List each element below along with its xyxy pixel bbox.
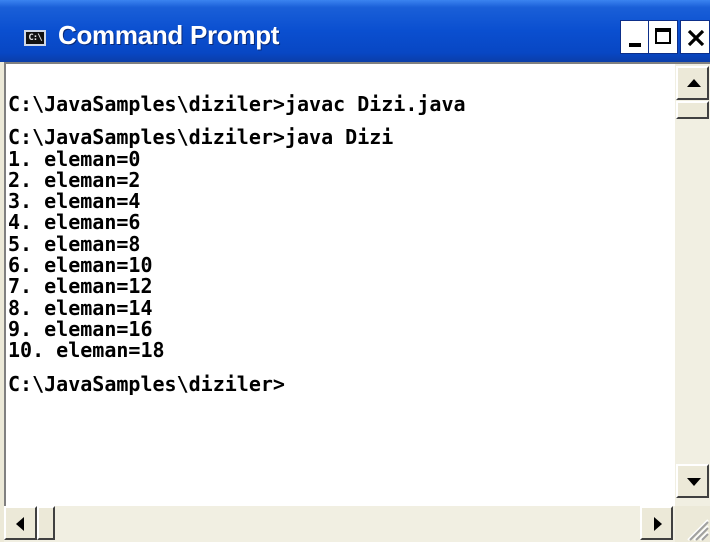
console-line: C:\JavaSamples\diziler>javac Dizi.java (8, 92, 466, 116)
cmd-icon[interactable]: C:\ (24, 30, 46, 46)
arrow-up-icon (687, 79, 701, 87)
console-frame: C:\JavaSamples\diziler>javac Dizi.java C:… (4, 62, 710, 516)
maximize-button[interactable] (648, 20, 678, 54)
scroll-down-button[interactable] (676, 464, 709, 498)
console-line: 7. eleman=12 (8, 274, 153, 299)
console-output[interactable]: C:\JavaSamples\diziler>javac Dizi.java C:… (8, 66, 678, 506)
horizontal-scroll-thumb[interactable] (37, 506, 55, 540)
horizontal-scrollbar[interactable] (4, 506, 675, 542)
console-line: 6. eleman=10 (8, 253, 153, 278)
minimize-button[interactable] (620, 20, 650, 54)
console-line: 9. eleman=16 (8, 316, 153, 341)
console-line: 1. eleman=0 (8, 146, 141, 171)
arrow-down-icon (687, 478, 701, 486)
scroll-right-button[interactable] (640, 506, 673, 540)
console-line: 2. eleman=2 (8, 167, 141, 192)
console-line: C:\JavaSamples\diziler> (8, 371, 285, 396)
scroll-left-button[interactable] (4, 506, 37, 540)
resize-grip-icon (687, 519, 709, 541)
close-icon (687, 30, 705, 46)
console-line: C:\JavaSamples\diziler>java Dizi (8, 125, 394, 150)
scroll-up-button[interactable] (676, 66, 709, 100)
vertical-scrollbar[interactable] (675, 64, 710, 510)
command-prompt-window: C:\ Command Prompt C:\JavaSamples\dizile… (0, 0, 710, 542)
console-line: 8. eleman=14 (8, 295, 153, 320)
window-title: Command Prompt (58, 20, 280, 50)
arrow-right-icon (654, 517, 662, 531)
console-line: 10. eleman=18 (8, 338, 165, 363)
arrow-left-icon (16, 517, 24, 531)
title-bar[interactable]: C:\ Command Prompt (0, 0, 710, 62)
vertical-scroll-thumb[interactable] (676, 101, 709, 119)
console-line: 4. eleman=6 (8, 210, 141, 235)
console-line: 5. eleman=8 (8, 231, 141, 256)
resize-grip[interactable] (675, 506, 710, 542)
console-line: 3. eleman=4 (8, 189, 141, 214)
close-button[interactable] (680, 20, 710, 54)
